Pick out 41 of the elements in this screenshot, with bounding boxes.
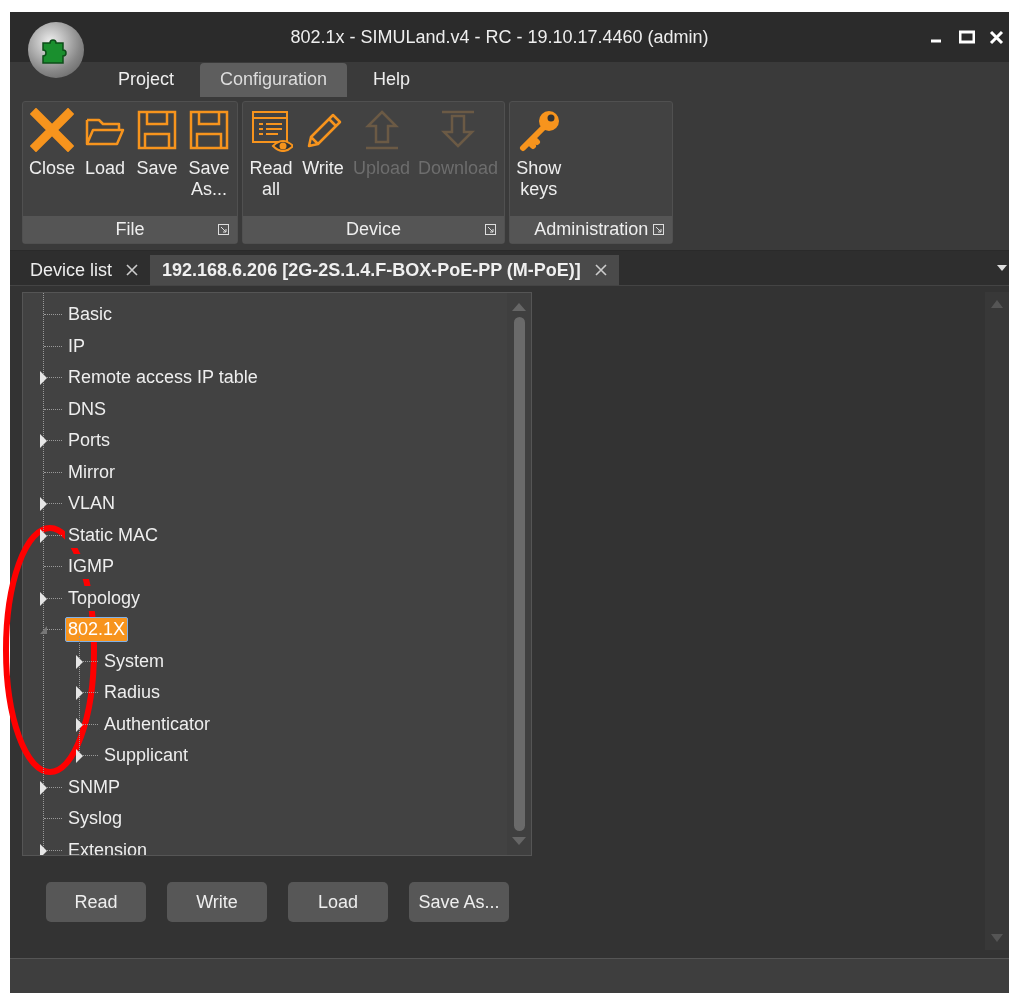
expand-arrow-icon[interactable]	[39, 497, 48, 511]
tab-label: Device list	[30, 259, 113, 281]
ribbon-button[interactable]: Save As...	[183, 104, 236, 216]
dialog-launcher-icon[interactable]	[653, 224, 665, 235]
action-button[interactable]: Load	[288, 882, 388, 922]
close-icon[interactable]	[126, 264, 139, 276]
ribbon-button[interactable]: Save	[131, 104, 184, 216]
expand-arrow-icon[interactable]	[75, 717, 84, 732]
ribbon-button[interactable]: Show keys	[512, 104, 566, 216]
ribbon-button[interactable]: Write	[297, 104, 350, 216]
group-label: File	[115, 219, 145, 240]
document-eye-icon	[249, 108, 294, 152]
x-icon	[30, 108, 74, 152]
group-label: Device	[346, 219, 402, 240]
menu-tab[interactable]: Configuration	[200, 63, 348, 97]
dropdown-arrow-icon[interactable]	[997, 265, 1007, 271]
expand-arrow-icon[interactable]	[39, 528, 48, 543]
maximize-icon[interactable]	[959, 29, 975, 45]
app-logo	[28, 22, 84, 78]
expand-arrow-icon[interactable]	[39, 843, 48, 855]
expand-arrow-icon[interactable]	[75, 686, 84, 700]
expand-arrow-icon[interactable]	[75, 654, 84, 669]
menu-tab[interactable]: Help	[353, 63, 431, 97]
expand-arrow-icon[interactable]	[39, 780, 48, 795]
expand-arrow-icon[interactable]	[39, 434, 48, 448]
ribbon-button[interactable]: Load	[79, 104, 132, 216]
action-button[interactable]: Read	[46, 882, 146, 922]
dialog-launcher-icon[interactable]	[218, 224, 230, 235]
group-label: Administration	[534, 219, 649, 240]
expand-arrow-icon[interactable]	[75, 749, 84, 763]
menu-tab[interactable]: Project	[98, 63, 195, 97]
ribbon-button[interactable]: Read all	[245, 104, 298, 216]
ribbon-button[interactable]: Close	[25, 104, 80, 216]
action-button[interactable]: Save As...	[409, 882, 509, 922]
expand-arrow-icon[interactable]	[39, 591, 48, 606]
document-tab[interactable]: 192.168.6.206 [2G-2S.1.4.F-BOX-PoE-PP (M-PoE)]	[150, 255, 619, 285]
dialog-launcher-icon[interactable]	[485, 224, 497, 235]
expand-arrow-icon[interactable]	[39, 371, 48, 385]
tab-label: 192.168.6.206 [2G-2S.1.4.F-BOX-PoE-PP (M-PoE)]	[162, 259, 581, 281]
action-button[interactable]: Write	[167, 882, 267, 922]
window-title: 802.1x - SIMULand.v4 - RC - 19.10.17.4460 (admin)	[289, 26, 710, 48]
